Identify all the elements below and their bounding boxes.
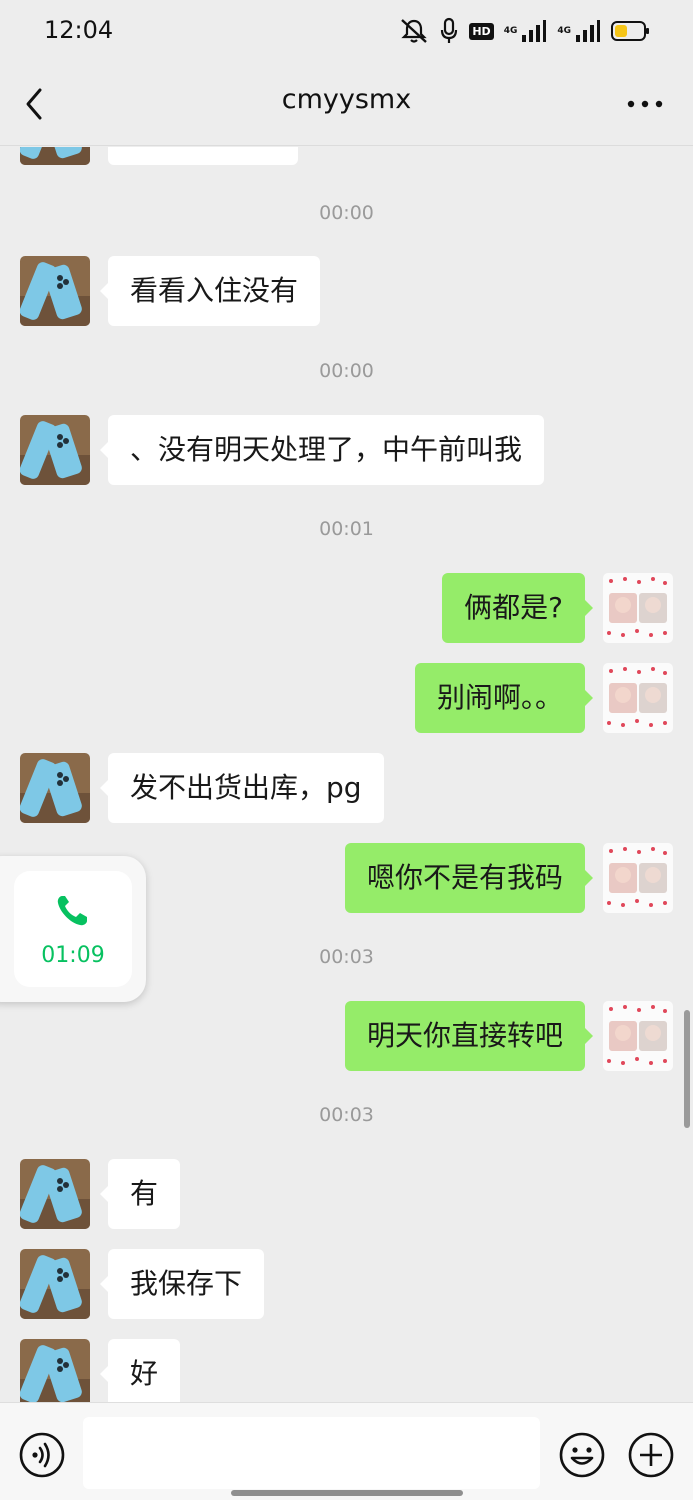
hearts-photo-avatar-image <box>603 663 673 733</box>
scrollbar[interactable] <box>684 1010 690 1128</box>
my-avatar[interactable] <box>603 1001 673 1071</box>
message-timestamp: 00:01 <box>319 518 374 540</box>
contact-avatar[interactable] <box>20 415 90 485</box>
phone-photo-avatar-image <box>20 1339 90 1402</box>
message-bubble[interactable] <box>108 147 298 165</box>
phone-photo-avatar-image <box>20 1249 90 1319</box>
message-bubble[interactable]: 我保存下 <box>99 1249 265 1319</box>
message-bubble[interactable]: 看看入住没有 <box>99 256 321 326</box>
status-time: 12:04 <box>44 16 114 44</box>
incoming-message: 发不出货出库，pg <box>0 753 693 823</box>
phone-photo-avatar-image <box>20 1159 90 1229</box>
chat-header: cmyysmx <box>0 64 693 146</box>
message-bubble[interactable]: 俩都是? <box>442 573 593 643</box>
signal-icon-2 <box>576 20 600 42</box>
incoming-message: 有 <box>0 1159 693 1229</box>
contact-avatar[interactable] <box>20 753 90 823</box>
more-options-button[interactable] <box>627 89 663 119</box>
incoming-message: 、没有明天处理了，中午前叫我 <box>0 415 693 485</box>
message-bubble[interactable]: 明天你直接转吧 <box>344 1001 594 1071</box>
incoming-message: 好 <box>0 1339 693 1402</box>
outgoing-message: 明天你直接转吧 <box>0 1001 693 1071</box>
chat-title: cmyysmx <box>281 84 412 115</box>
incoming-message: 我保存下 <box>0 1249 693 1319</box>
message-bubble[interactable]: 发不出货出库，pg <box>100 753 384 823</box>
outgoing-message: 别闹啊。。 <box>0 663 693 733</box>
microphone-icon <box>441 17 458 43</box>
message-list[interactable]: 00:00 看看入住没有 00:00 、没有明天处理了，中午前叫我 00:01 俩都是? 别… <box>0 147 693 1402</box>
signal-icon <box>522 20 547 42</box>
message-timestamp: 00:03 <box>319 1104 374 1126</box>
mute-bell-icon <box>401 19 428 43</box>
hearts-photo-avatar-image <box>603 843 673 913</box>
phone-photo-avatar-image <box>20 415 90 485</box>
message-timestamp: 00:00 <box>319 360 374 382</box>
emoji-icon <box>559 1432 605 1478</box>
network-4g-label-2: 4G <box>557 26 571 36</box>
contact-avatar[interactable] <box>20 1249 90 1319</box>
message-input[interactable] <box>83 1417 540 1489</box>
outgoing-message: 俩都是? <box>0 573 693 643</box>
my-avatar[interactable] <box>603 663 673 733</box>
status-bar: 12:04 HD 4G 4G <box>0 0 693 64</box>
battery-icon <box>611 21 649 41</box>
hd-badge: HD <box>469 22 494 40</box>
call-widget-inner[interactable]: 01:09 <box>14 871 132 987</box>
message-timestamp: 00:00 <box>319 202 374 224</box>
network-4g-label: 4G <box>503 26 518 36</box>
incoming-message <box>0 147 693 165</box>
phone-photo-avatar-image <box>20 147 90 165</box>
contact-avatar[interactable] <box>20 1339 90 1402</box>
contact-avatar[interactable] <box>20 147 90 165</box>
message-bubble[interactable]: 、没有明天处理了，中午前叫我 <box>99 415 545 485</box>
message-bubble[interactable]: 别闹啊。。 <box>414 663 594 733</box>
my-avatar[interactable] <box>603 843 673 913</box>
message-bubble[interactable]: 好 <box>99 1339 181 1402</box>
hearts-photo-avatar-image <box>603 573 673 643</box>
contact-avatar[interactable] <box>20 256 90 326</box>
phone-photo-avatar-image <box>20 256 90 326</box>
call-duration: 01:09 <box>41 943 105 968</box>
hearts-photo-avatar-image <box>603 1001 673 1071</box>
phone-icon <box>57 896 87 926</box>
contact-avatar[interactable] <box>20 1159 90 1229</box>
message-bubble[interactable]: 嗯你不是有我码 <box>344 843 594 913</box>
status-icons: HD 4G 4G <box>399 17 651 45</box>
phone-photo-avatar-image <box>20 753 90 823</box>
input-bar <box>0 1402 693 1500</box>
more-functions-button[interactable] <box>627 1431 675 1479</box>
message-bubble[interactable]: 有 <box>99 1159 181 1229</box>
voice-call-float-window[interactable]: 01:09 <box>0 856 146 1002</box>
plus-icon <box>628 1432 674 1478</box>
home-indicator[interactable] <box>231 1490 463 1496</box>
incoming-message: 看看入住没有 <box>0 256 693 326</box>
voice-icon <box>19 1432 65 1478</box>
emoji-button[interactable] <box>558 1431 606 1479</box>
more-dots-icon <box>627 100 663 108</box>
my-avatar[interactable] <box>603 573 673 643</box>
voice-input-button[interactable] <box>18 1431 66 1479</box>
